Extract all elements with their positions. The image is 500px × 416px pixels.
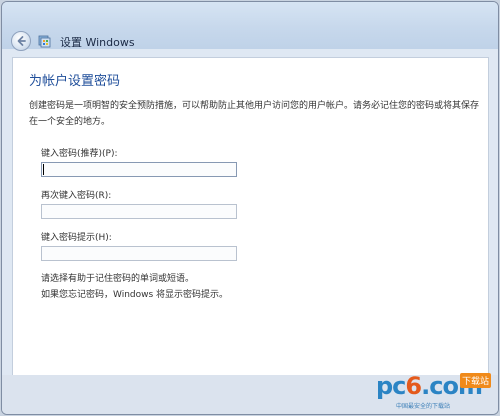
confirm-password-label: 再次键入密码(R):: [41, 191, 112, 201]
text-caret: [43, 164, 44, 175]
password-field[interactable]: [41, 162, 237, 177]
back-button[interactable]: [11, 31, 31, 51]
watermark-subtitle: 中国最安全的下载站: [396, 403, 451, 410]
window-title: 设置 Windows: [60, 36, 135, 49]
site-watermark: pc6.com 下载站 中国最安全的下载站: [374, 370, 492, 412]
hint-help-line-2: 如果您忘记密码，Windows 将显示密码提示。: [41, 290, 229, 300]
page-description: 创建密码是一项明智的安全预防措施，可以帮助防止其他用户访问您的用户帐户。请务必记…: [29, 101, 480, 127]
watermark-brand-pre: pc: [376, 372, 406, 400]
title-bar: 设置 Windows: [2, 2, 498, 51]
password-label: 键入密码(推荐)(P):: [41, 149, 118, 159]
hint-help-line-1: 请选择有助于记住密码的单词或短语。: [41, 274, 195, 284]
hint-help-text: 请选择有助于记住密码的单词或短语。 如果您忘记密码，Windows 将显示密码提…: [41, 271, 228, 303]
page-title: 为帐户设置密码: [29, 74, 121, 89]
confirm-password-field[interactable]: [41, 204, 237, 219]
windows-setup-icon: [38, 35, 51, 48]
password-hint-label: 键入密码提示(H):: [41, 233, 112, 243]
password-hint-field[interactable]: [41, 246, 237, 261]
watermark-tag: 下载站: [460, 373, 492, 388]
back-arrow-icon: [17, 36, 26, 46]
watermark-brand-six: 6: [405, 372, 422, 400]
